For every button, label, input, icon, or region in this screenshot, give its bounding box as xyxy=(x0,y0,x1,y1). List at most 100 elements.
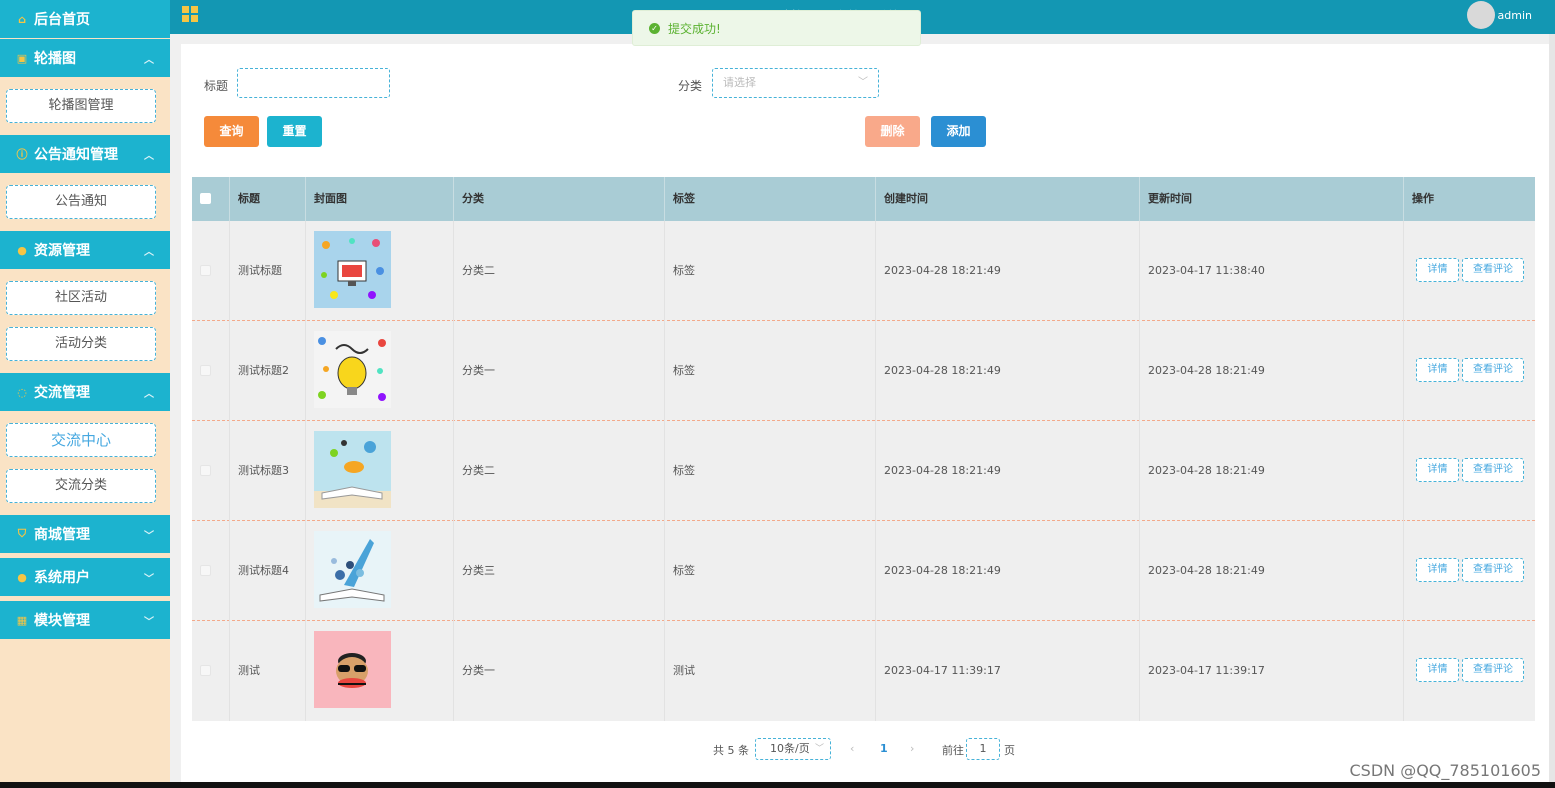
delete-button[interactable]: 删除 xyxy=(865,116,920,147)
cover-image xyxy=(314,531,391,608)
grid-icon: ▦ xyxy=(16,613,28,627)
row-select-cell xyxy=(192,221,230,321)
category-filter-label: 分类 xyxy=(678,79,703,93)
row-created: 2023-04-28 18:21:49 xyxy=(876,421,1140,521)
avatar[interactable] xyxy=(1467,1,1495,29)
view-comments-button[interactable]: 查看评论 xyxy=(1462,358,1524,382)
pagination: 共 5 条 10条/页 ﹀ ‹ 1 › 前往 1 页 xyxy=(181,738,1549,760)
view-comments-button[interactable]: 查看评论 xyxy=(1462,558,1524,582)
chevron-up-icon: ︿ xyxy=(144,55,154,66)
row-select-cell xyxy=(192,421,230,521)
row-select-cell xyxy=(192,321,230,421)
toast-message: 提交成功! xyxy=(668,21,721,36)
chevron-down-icon: ﹀ xyxy=(144,574,154,585)
category-select[interactable]: 请选择 ﹀ xyxy=(712,68,879,98)
row-title: 测试标题4 xyxy=(230,521,306,621)
header-created: 创建时间 xyxy=(876,177,1140,221)
query-button[interactable]: 查询 xyxy=(204,116,259,147)
sidebar-item-exchange-category[interactable]: 交流分类 xyxy=(6,469,156,503)
row-tag: 标签 xyxy=(665,221,876,321)
sidebar-item-activity-category[interactable]: 活动分类 xyxy=(6,327,156,361)
row-category: 分类一 xyxy=(454,321,665,421)
reset-button[interactable]: 重置 xyxy=(267,116,322,147)
menu-users[interactable]: ● 系统用户 ﹀ xyxy=(0,558,170,596)
menu-shop[interactable]: ⛉ 商城管理 ﹀ xyxy=(0,515,170,553)
menu-shop-label: 商城管理 xyxy=(34,527,90,543)
prev-page-icon[interactable]: ‹ xyxy=(850,742,854,755)
page-size-select[interactable]: 10条/页 ﹀ xyxy=(755,738,831,760)
sidebar-item-community-activity[interactable]: 社区活动 xyxy=(6,281,156,315)
apps-grid-icon[interactable] xyxy=(182,6,198,22)
cart-icon: ⛉ xyxy=(17,527,27,540)
data-table: 标题 封面图 分类 标签 创建时间 更新时间 操作 测试标题 分类二 标签 20… xyxy=(192,177,1535,721)
menu-notice[interactable]: ⓘ 公告通知管理 ︿ xyxy=(0,135,170,173)
menu-users-label: 系统用户 xyxy=(34,570,90,586)
view-comments-button[interactable]: 查看评论 xyxy=(1462,658,1524,682)
home-icon: ⌂ xyxy=(18,12,26,26)
bottom-bar xyxy=(0,782,1555,788)
page-number-current[interactable]: 1 xyxy=(880,742,888,755)
menu-resources[interactable]: ● 资源管理 ︿ xyxy=(0,231,170,269)
row-created: 2023-04-28 18:21:49 xyxy=(876,221,1140,321)
menu-home[interactable]: ⌂ 后台首页 xyxy=(0,0,170,38)
select-all-checkbox[interactable] xyxy=(200,193,211,204)
menu-exchange[interactable]: ◌ 交流管理 ︿ xyxy=(0,373,170,411)
detail-button[interactable]: 详情 xyxy=(1416,358,1459,382)
detail-button[interactable]: 详情 xyxy=(1416,458,1459,482)
detail-button[interactable]: 详情 xyxy=(1416,658,1459,682)
page-suffix: 页 xyxy=(1004,744,1015,757)
header-cover: 封面图 xyxy=(306,177,454,221)
chat-icon: ◌ xyxy=(17,385,27,399)
chevron-down-icon: ﹀ xyxy=(858,77,868,88)
detail-button[interactable]: 详情 xyxy=(1416,258,1459,282)
table-header: 标题 封面图 分类 标签 创建时间 更新时间 操作 xyxy=(192,177,1535,221)
row-title: 测试标题3 xyxy=(230,421,306,521)
row-updated: 2023-04-28 18:21:49 xyxy=(1140,321,1404,421)
header-tag: 标签 xyxy=(665,177,876,221)
sidebar-item-exchange-center[interactable]: 交流中心 xyxy=(6,423,156,457)
cover-image xyxy=(314,231,391,308)
row-created: 2023-04-28 18:21:49 xyxy=(876,321,1140,421)
row-updated: 2023-04-17 11:39:17 xyxy=(1140,621,1404,721)
page-size-value: 10条/页 xyxy=(770,742,810,755)
check-circle-icon: ✓ xyxy=(649,22,660,34)
row-checkbox[interactable] xyxy=(200,465,211,476)
view-comments-button[interactable]: 查看评论 xyxy=(1462,458,1524,482)
menu-carousel-label: 轮播图 xyxy=(34,51,76,67)
main-panel: 标题 分类 请选择 ﹀ 查询 重置 删除 添加 标题 封面图 分类 标签 创建时… xyxy=(181,44,1549,782)
sidebar-item-notice[interactable]: 公告通知 xyxy=(6,185,156,219)
goto-page-input[interactable]: 1 xyxy=(966,738,1000,760)
row-checkbox[interactable] xyxy=(200,665,211,676)
sidebar: ⌂ 后台首页 ▣ 轮播图 ︿ 轮播图管理 ⓘ 公告通知管理 ︿ 公告通知 ● 资… xyxy=(0,0,170,782)
row-checkbox[interactable] xyxy=(200,265,211,276)
sidebar-item-carousel-manage[interactable]: 轮播图管理 xyxy=(6,89,156,123)
header-select-cell xyxy=(192,177,230,221)
user-icon: ● xyxy=(17,570,27,584)
cover-image xyxy=(314,631,391,708)
menu-resources-label: 资源管理 xyxy=(34,243,90,259)
chevron-up-icon: ︿ xyxy=(144,151,154,162)
table-row: 测试标题4 分类三 标签 2023-04-28 18:21:49 2023-04… xyxy=(192,521,1535,621)
username[interactable]: admin xyxy=(1498,9,1532,22)
title-search-input[interactable] xyxy=(237,68,390,98)
row-checkbox[interactable] xyxy=(200,565,211,576)
title-filter-label: 标题 xyxy=(204,79,229,93)
chevron-down-icon: ﹀ xyxy=(814,744,824,754)
chevron-up-icon: ︿ xyxy=(144,389,154,400)
add-button[interactable]: 添加 xyxy=(931,116,986,147)
table-row: 测试标题2 分类一 标签 2023-04-28 18:21:49 2023-04… xyxy=(192,321,1535,421)
goto-label: 前往 xyxy=(942,744,964,757)
row-updated: 2023-04-28 18:21:49 xyxy=(1140,421,1404,521)
row-tag: 标签 xyxy=(665,321,876,421)
watermark: CSDN @QQ_785101605 xyxy=(1349,761,1541,780)
scrollbar[interactable] xyxy=(1549,34,1555,782)
next-page-icon[interactable]: › xyxy=(910,742,914,755)
menu-modules[interactable]: ▦ 模块管理 ﹀ xyxy=(0,601,170,639)
row-checkbox[interactable] xyxy=(200,365,211,376)
row-tag: 标签 xyxy=(665,421,876,521)
menu-carousel[interactable]: ▣ 轮播图 ︿ xyxy=(0,39,170,77)
view-comments-button[interactable]: 查看评论 xyxy=(1462,258,1524,282)
row-category: 分类二 xyxy=(454,421,665,521)
header-actions: 操作 xyxy=(1412,192,1434,205)
detail-button[interactable]: 详情 xyxy=(1416,558,1459,582)
